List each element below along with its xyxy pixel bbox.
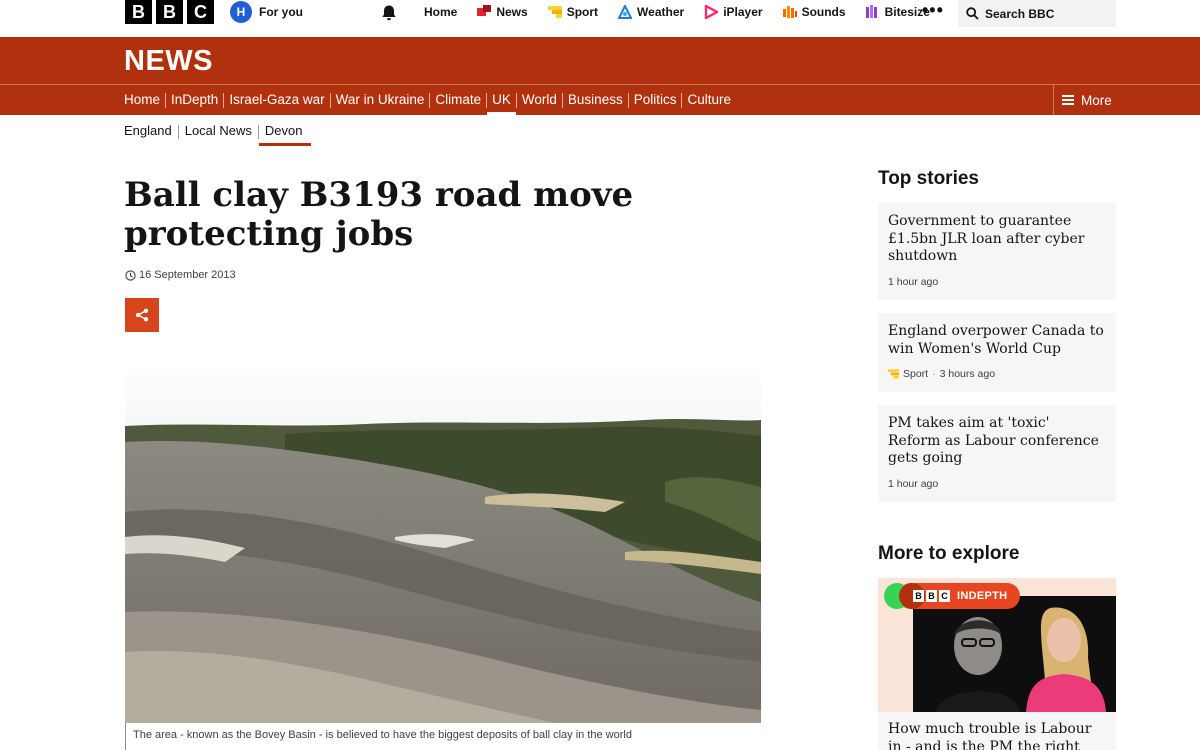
for-you-link[interactable]: H For you [230, 1, 303, 23]
bbc-top-bar: B B C H For you Home News Sport Weather … [0, 0, 1200, 37]
meta-separator: · [932, 368, 936, 380]
article-image-clay-quarry [125, 362, 761, 723]
top-story-meta: 1 hour ago [888, 478, 1106, 490]
topnav-sounds-label: Sounds [801, 5, 846, 19]
nav-indepth[interactable]: InDepth [166, 85, 223, 115]
bbc-logo-letter: B [156, 0, 183, 24]
for-you-label: For you [259, 5, 303, 19]
more-to-explore-heading: More to explore [878, 543, 1020, 564]
article-headline: Ball clay B3193 road move protecting job… [124, 175, 634, 254]
explore-card-caption[interactable]: How much trouble is Labour in - and is t… [878, 712, 1116, 750]
bbc-logo[interactable]: B B C [125, 0, 214, 24]
share-icon [135, 308, 149, 322]
topnav-home-label: Home [424, 5, 458, 19]
notifications-bell-icon[interactable] [380, 4, 398, 22]
subnav-local-news[interactable]: Local News [179, 118, 258, 146]
badge-logo-letter: B [926, 590, 937, 602]
nav-uk[interactable]: UK [487, 85, 516, 115]
sport-icon [547, 6, 562, 18]
explore-card-image[interactable]: B B C INDEPTH [878, 578, 1116, 712]
nav-politics[interactable]: Politics [629, 85, 682, 115]
search-label: Search BBC [985, 6, 1055, 21]
topnav-bitesize[interactable]: Bitesize [865, 5, 930, 19]
badge-label: INDEPTH [957, 590, 1008, 602]
top-story-headline[interactable]: PM takes aim at 'toxic' Reform as Labour… [888, 415, 1106, 468]
nav-business[interactable]: Business [563, 85, 628, 115]
weather-icon [618, 5, 633, 19]
top-story-card[interactable]: PM takes aim at 'toxic' Reform as Labour… [878, 405, 1116, 502]
top-story-time: 3 hours ago [939, 368, 996, 380]
clock-icon [125, 269, 136, 281]
iplayer-icon [704, 5, 719, 19]
nav-culture[interactable]: Culture [682, 85, 736, 115]
bitesize-icon [865, 5, 877, 18]
topnav-iplayer-label: iPlayer [723, 5, 763, 19]
top-story-time: 1 hour ago [888, 477, 939, 490]
news-icon [477, 5, 492, 16]
top-story-card[interactable]: Government to guarantee £1.5bn JLR loan … [878, 203, 1116, 300]
topnav-news[interactable]: News [477, 5, 528, 19]
indepth-badge: B B C INDEPTH [913, 590, 1007, 602]
article-date-text: 16 September 2013 [139, 269, 236, 281]
regional-subnav: England Local News Devon [124, 117, 311, 147]
news-header: NEWS Home InDepth Israel-Gaza war War in… [0, 37, 1200, 115]
nav-world[interactable]: World [517, 85, 562, 115]
image-caption: The area - known as the Bovey Basin - is… [125, 723, 632, 750]
top-story-card[interactable]: England overpower Canada to win Women's … [878, 313, 1116, 392]
more-sections-button[interactable]: More [1053, 85, 1200, 115]
topnav-sport[interactable]: Sport [547, 5, 599, 19]
top-stories-heading: Top stories [878, 168, 979, 189]
more-services-menu-icon[interactable]: ••• [922, 1, 944, 19]
subnav-england[interactable]: England [124, 118, 178, 146]
subnav-devon[interactable]: Devon [258, 118, 311, 146]
top-story-headline[interactable]: England overpower Canada to win Women's … [888, 323, 1106, 358]
topnav-iplayer[interactable]: iPlayer [704, 5, 763, 19]
sounds-icon [782, 6, 797, 18]
bbc-logo-letter: C [187, 0, 214, 24]
search-box[interactable]: Search BBC [958, 0, 1116, 27]
nav-war-in-ukraine[interactable]: War in Ukraine [331, 85, 430, 115]
badge-logo-letter: B [913, 590, 924, 602]
top-story-headline[interactable]: Government to guarantee £1.5bn JLR loan … [888, 213, 1106, 266]
article-date: 16 September 2013 [125, 269, 236, 281]
badge-logo-letter: C [939, 590, 950, 602]
nav-climate[interactable]: Climate [430, 85, 486, 115]
explore-card-headline[interactable]: How much trouble is Labour in - and is t… [888, 721, 1106, 750]
topnav-weather-label: Weather [637, 5, 685, 19]
topnav-home[interactable]: Home [424, 5, 457, 19]
bbc-services-nav: Home News Sport Weather iPlayer Sounds B… [424, 0, 950, 24]
nav-home[interactable]: Home [124, 85, 165, 115]
user-avatar: H [230, 1, 252, 23]
share-button[interactable] [125, 298, 159, 332]
more-sections-label: More [1081, 92, 1112, 108]
nav-israel-gaza-war[interactable]: Israel-Gaza war [224, 85, 329, 115]
topnav-sounds[interactable]: Sounds [782, 5, 846, 19]
topnav-weather[interactable]: Weather [618, 5, 684, 19]
topnav-news-label: News [496, 5, 528, 19]
top-story-source: Sport [903, 368, 929, 380]
menu-icon [1062, 95, 1074, 105]
search-icon [966, 7, 979, 20]
bbc-logo-letter: B [125, 0, 152, 24]
top-story-meta: 1 hour ago [888, 276, 1106, 288]
topnav-sport-label: Sport [566, 5, 599, 19]
news-wordmark[interactable]: NEWS [124, 45, 213, 78]
news-section-nav: Home InDepth Israel-Gaza war War in Ukra… [124, 85, 736, 115]
top-story-meta: Sport · 3 hours ago [888, 368, 1106, 380]
sport-icon [888, 369, 899, 379]
top-story-time: 1 hour ago [888, 275, 939, 288]
